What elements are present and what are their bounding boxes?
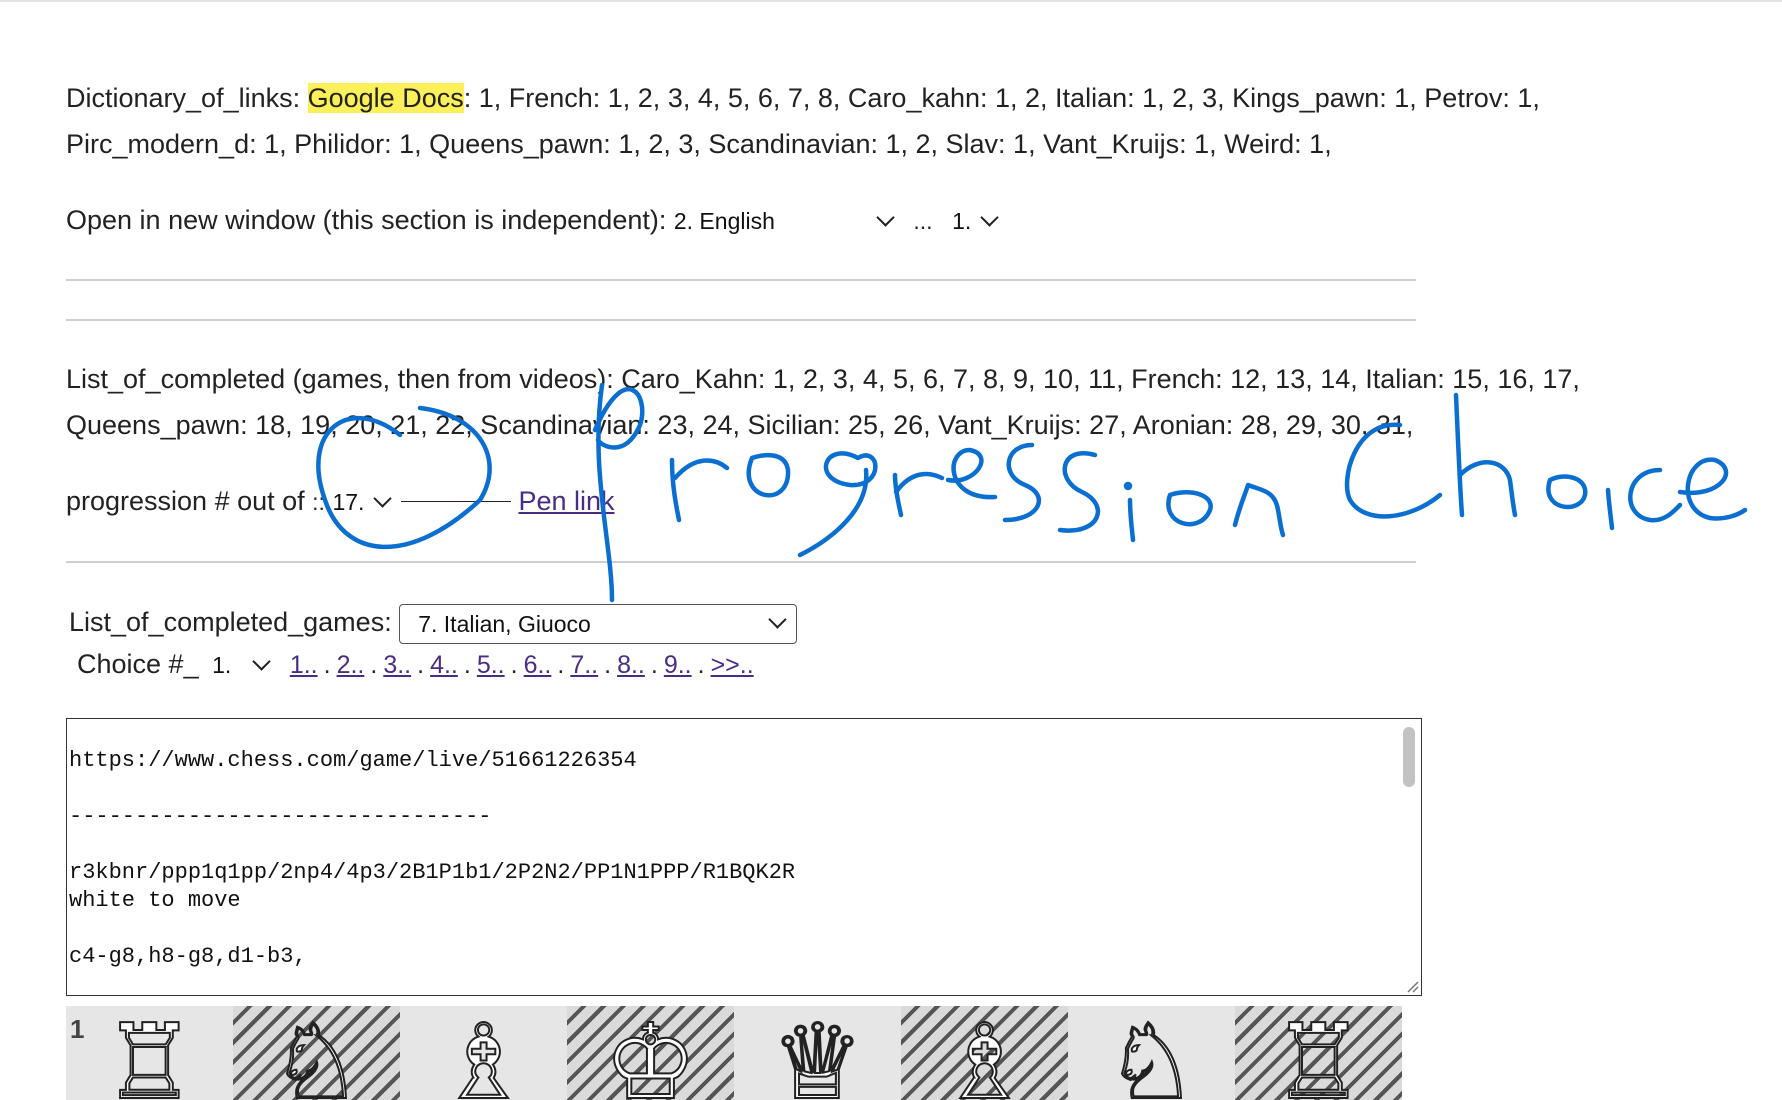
progression-select-value: 17.: [332, 489, 365, 515]
pen-link[interactable]: Pen link: [518, 486, 614, 516]
game-number-select-value: 1.: [952, 208, 972, 234]
links-label: Dictionary_of_links:: [66, 83, 301, 113]
white-rook-icon[interactable]: ♖: [102, 1009, 197, 1100]
chevron-down-icon: [768, 610, 787, 630]
completed-section: List_of_completed (games, then from vide…: [66, 356, 1776, 448]
choice-link-7[interactable]: 7..: [570, 651, 598, 679]
game-url: https://www.chess.com/game/live/51661226…: [69, 748, 637, 773]
board-square[interactable]: ♕: [734, 1006, 901, 1100]
progression-underline: [400, 501, 511, 502]
board-square[interactable]: ♘: [233, 1006, 400, 1100]
white-king-icon[interactable]: ♔: [603, 1009, 698, 1100]
choice-link-3[interactable]: 3..: [383, 651, 411, 679]
games-select-value: 7. Italian, Giuoco: [418, 610, 591, 637]
game-notes-textarea[interactable]: https://www.chess.com/game/live/51661226…: [66, 718, 1422, 996]
white-knight-icon[interactable]: ♘: [1104, 1009, 1199, 1100]
chess-board: 1 ♖ ♘ ♗ ♔ ♕ ♗ ♘ ♖: [66, 1006, 1402, 1100]
nav-separator: .: [323, 651, 331, 679]
board-square[interactable]: ♖: [1235, 1006, 1402, 1100]
choice-link-9[interactable]: 9..: [664, 651, 692, 679]
nav-separator: .: [370, 651, 378, 679]
divider: [66, 561, 1416, 563]
open-window-row: Open in new window (this section is inde…: [66, 197, 999, 244]
white-rook-icon[interactable]: ♖: [1271, 1009, 1366, 1100]
open-window-label: Open in new window (this section is inde…: [66, 205, 667, 235]
chevron-down-icon: [373, 488, 393, 508]
progression-separator: ::: [312, 489, 325, 515]
board-square[interactable]: ♗: [400, 1006, 567, 1100]
board-square[interactable]: ♗: [901, 1006, 1068, 1100]
progression-select[interactable]: 17.: [332, 479, 393, 525]
choice-link-2[interactable]: 2..: [337, 651, 365, 679]
nav-separator: .: [697, 651, 705, 679]
google-docs-link[interactable]: Google Docs: [307, 83, 464, 113]
links-line-1-rest[interactable]: : 1, French: 1, 2, 3, 4, 5, 6, 7, 8, Car…: [464, 83, 1540, 113]
resize-handle-icon[interactable]: [1405, 979, 1419, 993]
scrollbar-thumb[interactable]: [1403, 727, 1415, 787]
choice-link-6[interactable]: 6..: [524, 651, 552, 679]
choice-link-10[interactable]: >>..: [711, 651, 754, 679]
games-label: List_of_completed_games:: [69, 607, 392, 637]
open-window-separator: ...: [913, 208, 933, 234]
nav-separator: .: [650, 651, 658, 679]
choice-link-8[interactable]: 8..: [617, 651, 645, 679]
completed-line-1: List_of_completed (games, then from vide…: [66, 364, 1580, 394]
choice-link-1[interactable]: 1..: [290, 651, 318, 679]
choice-link-5[interactable]: 5..: [477, 651, 505, 679]
board-square[interactable]: ♔: [567, 1006, 734, 1100]
divider: [66, 279, 1416, 281]
choice-label: Choice #_: [77, 649, 199, 679]
nav-separator: .: [557, 651, 565, 679]
progression-label: progression # out of: [66, 486, 305, 516]
nav-separator: .: [417, 651, 425, 679]
links-line-1: Dictionary_of_links: Google Docs: 1, Fre…: [66, 75, 1766, 121]
text-divider: --------------------------------: [69, 804, 492, 829]
white-knight-icon[interactable]: ♘: [269, 1009, 364, 1100]
divider: [66, 319, 1416, 321]
side-to-move: white to move: [69, 888, 241, 913]
choice-link-4[interactable]: 4..: [430, 651, 458, 679]
choice-row: Choice #_ 1. 1... 2... 3... 4... 5... 6... 7..…: [77, 641, 754, 688]
progression-row: progression # out of :: 17. Pen link: [66, 478, 615, 525]
white-bishop-icon[interactable]: ♗: [436, 1009, 531, 1100]
game-number-select[interactable]: 1.: [952, 198, 999, 244]
top-border: [0, 0, 1782, 2]
links-section: Dictionary_of_links: Google Docs: 1, Fre…: [66, 75, 1766, 167]
move-list: c4-g8,h8-g8,d1-b3,: [69, 944, 307, 969]
links-line-2[interactable]: Pirc_modern_d: 1, Philidor: 1, Queens_pa…: [66, 121, 1766, 167]
nav-separator: .: [510, 651, 518, 679]
fen-string: r3kbnr/ppp1q1pp/2np4/4p3/2B1P1b1/2P2N2/P…: [69, 860, 796, 885]
opening-select-value: 2. English: [673, 208, 775, 234]
chevron-down-icon: [876, 207, 895, 227]
games-row: List_of_completed_games: 7. Italian, Giu…: [69, 599, 798, 645]
nav-separator: .: [604, 651, 612, 679]
games-select[interactable]: 7. Italian, Giuoco: [399, 603, 798, 644]
chevron-down-icon: [980, 207, 999, 227]
chevron-down-icon: [252, 651, 271, 671]
choice-select[interactable]: 1.: [212, 642, 271, 688]
rank-label: 1: [70, 1014, 85, 1044]
white-queen-icon[interactable]: ♕: [770, 1009, 865, 1100]
board-square[interactable]: ♘: [1068, 1006, 1235, 1100]
choice-select-value: 1.: [212, 652, 232, 678]
white-bishop-icon[interactable]: ♗: [937, 1009, 1032, 1100]
choice-nav-links: 1... 2... 3... 4... 5... 6... 7... 8... 9... >>..: [290, 649, 754, 679]
nav-separator: .: [463, 651, 471, 679]
board-square[interactable]: 1 ♖: [66, 1006, 233, 1100]
opening-select[interactable]: 2. English: [673, 198, 895, 244]
completed-line-2: Queens_pawn: 18, 19, 20, 21, 22, Scandin…: [66, 410, 1414, 440]
